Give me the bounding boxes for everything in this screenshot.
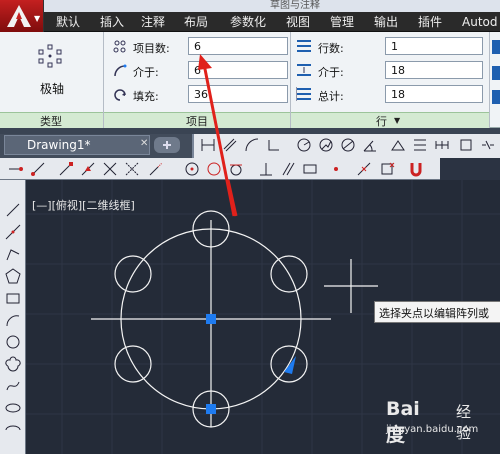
watermark-brand: Bai度 [386, 398, 420, 446]
snap-nearest-icon[interactable] [356, 161, 372, 177]
row-total-icon [296, 87, 311, 101]
document-tab[interactable]: Drawing1* [4, 135, 150, 155]
tab-output[interactable]: 输出 [374, 13, 398, 31]
snap-endpoint-icon[interactable] [58, 161, 74, 177]
tab-layout[interactable]: 布局 [184, 13, 208, 31]
rows-group-label: 行 [376, 115, 387, 128]
ellipse-tool-icon[interactable] [5, 400, 21, 416]
rows-icon [297, 40, 311, 52]
row-between-label: 介于: [318, 66, 344, 79]
radius-dimension-icon[interactable] [296, 137, 312, 153]
jogged-dimension-icon[interactable] [318, 137, 334, 153]
baseline-dimension-icon[interactable] [412, 137, 428, 153]
title-bar: 草图与注释 [0, 0, 500, 12]
row-count-label: 行数: [318, 42, 344, 55]
fill-angle-icon [114, 89, 126, 101]
snap-extension-icon[interactable] [148, 161, 164, 177]
center-grip[interactable] [206, 314, 216, 324]
draw-toolbar [0, 180, 26, 454]
polygon-tool-icon[interactable] [5, 268, 21, 284]
snap-node-icon[interactable] [328, 161, 344, 177]
tab-default[interactable]: 默认 [56, 13, 80, 31]
type-group-label: 类型 [40, 115, 62, 128]
snap-intersection-icon[interactable] [102, 161, 118, 177]
tab-manage[interactable]: 管理 [330, 13, 354, 31]
grip-tooltip: 选择夹点以编辑阵列或 [374, 301, 500, 323]
levels-icon [492, 40, 500, 104]
application-menu-button[interactable]: ▼ [0, 0, 44, 34]
diameter-dimension-icon[interactable] [340, 137, 356, 153]
new-tab-icon [163, 141, 171, 149]
snap-none-icon[interactable] [380, 161, 396, 177]
polar-items-icon [113, 40, 126, 53]
snap-insert-icon[interactable] [302, 161, 318, 177]
ellipse-arc-tool-icon[interactable] [5, 422, 21, 438]
dimension-break-icon[interactable] [480, 137, 496, 153]
tab-parametric[interactable]: 参数化 [230, 13, 266, 31]
polyline-tool-icon[interactable] [5, 246, 21, 262]
snap-perpendicular-icon[interactable] [258, 161, 274, 177]
circle-tool-icon[interactable] [5, 334, 21, 350]
construction-line-icon[interactable] [5, 224, 21, 240]
fill-angle-label: 填充: [133, 90, 159, 103]
document-tab-label: Drawing1* [27, 138, 91, 152]
rotation-grip[interactable] [284, 356, 296, 374]
close-tab-icon[interactable]: ✕ [140, 138, 150, 149]
viewport-label[interactable]: [—][俯视][二维线框] [32, 197, 135, 213]
dimension-space-icon[interactable] [458, 137, 474, 153]
line-tool-icon[interactable] [5, 202, 21, 218]
osnap-settings-icon[interactable] [408, 161, 424, 177]
tab-insert[interactable]: 插入 [100, 13, 124, 31]
tab-view[interactable]: 视图 [286, 13, 310, 31]
temporary-track-point-icon[interactable] [8, 161, 24, 177]
angular-dimension-icon[interactable] [362, 137, 378, 153]
spline-tool-icon[interactable] [5, 378, 21, 394]
watermark-url: jingyan.baidu.com [386, 424, 479, 435]
tab-plugins[interactable]: 插件 [418, 13, 442, 31]
tab-annotate[interactable]: 注释 [141, 13, 165, 31]
ribbon-tab-bar: 默认 插入 注释 布局 参数化 视图 管理 输出 插件 Autod [44, 12, 500, 32]
snap-apparent-intersection-icon[interactable] [124, 161, 140, 177]
angle-between-icon [114, 64, 127, 77]
base-grip[interactable] [206, 404, 216, 414]
rows-group-expand-icon[interactable]: ▼ [394, 116, 400, 125]
row-between-icon [297, 64, 311, 76]
ribbon-panel: 极轴 类型 项目数: 6 介于: 6 填充: 36 项目 行数: 1 介于: 1… [0, 32, 500, 128]
rows-group-bar [291, 112, 489, 128]
snap-parallel-icon[interactable] [280, 161, 296, 177]
polar-array-icon [38, 44, 62, 68]
autocad-logo-icon [7, 5, 31, 27]
continue-dimension-icon[interactable] [434, 137, 450, 153]
ordinate-dimension-icon[interactable] [266, 137, 282, 153]
row-between-field[interactable]: 18 [385, 61, 483, 79]
watermark-suffix: 经验 [456, 403, 472, 442]
arc-tool-icon[interactable] [5, 312, 21, 328]
row-total-field[interactable]: 18 [385, 85, 483, 103]
polar-array-button[interactable] [38, 44, 62, 71]
annotation-arrow-overlay [198, 54, 236, 217]
snap-midpoint-icon[interactable] [80, 161, 96, 177]
row-count-field[interactable]: 1 [385, 37, 483, 55]
window-title: 草图与注释 [270, 0, 320, 11]
quick-dimension-icon[interactable] [390, 137, 406, 153]
angle-between-label: 介于: [133, 66, 159, 79]
rectangle-tool-icon[interactable] [5, 290, 21, 306]
new-tab-button[interactable] [154, 137, 180, 153]
tab-autodesk[interactable]: Autod [462, 13, 497, 31]
chevron-down-icon: ▼ [34, 14, 41, 23]
row-total-label: 总计: [318, 90, 344, 103]
polar-array-label: 极轴 [40, 82, 65, 96]
item-count-label: 项目数: [133, 42, 170, 55]
snap-from-icon[interactable] [30, 161, 46, 177]
revision-cloud-icon[interactable] [5, 356, 21, 372]
